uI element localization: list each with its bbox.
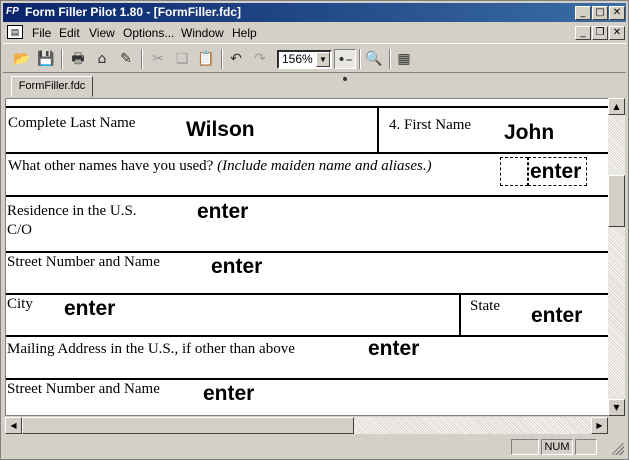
- toolbar-separator: [359, 49, 361, 69]
- label-street: Street Number and Name: [7, 254, 160, 270]
- label-other-names: What other names have you used? (Include…: [8, 158, 432, 174]
- document-tabs: FormFiller.fdc: [3, 74, 626, 98]
- scroll-up-icon[interactable]: ▲: [608, 98, 625, 115]
- app-icon[interactable]: FP: [6, 5, 22, 19]
- scroll-left-icon[interactable]: ◀: [5, 417, 22, 434]
- status-pane-empty: [575, 439, 597, 455]
- print-preview-icon[interactable]: ⌂: [91, 49, 113, 69]
- window-title: Form Filler Pilot 1.80 - [FormFiller.fdc…: [25, 5, 242, 19]
- menu-file[interactable]: File: [32, 26, 51, 40]
- field-other-names[interactable]: enter: [530, 160, 581, 184]
- form-rule: [6, 293, 609, 295]
- title-bar[interactable]: FP Form Filler Pilot 1.80 - [FormFiller.…: [3, 3, 626, 22]
- field-state[interactable]: enter: [531, 304, 582, 328]
- label-first-name: 4. First Name: [389, 117, 472, 133]
- scroll-down-icon[interactable]: ▼: [608, 399, 625, 416]
- toolbar-separator: [141, 49, 143, 69]
- label-last-name: Complete Last Name: [8, 115, 136, 131]
- menu-view[interactable]: View: [89, 26, 115, 40]
- form-divider: [459, 295, 461, 335]
- field-link-icon[interactable]: •–•: [334, 49, 356, 88]
- menu-help[interactable]: Help: [232, 26, 257, 40]
- field-city[interactable]: enter: [64, 297, 115, 321]
- menu-window[interactable]: Window: [181, 26, 224, 40]
- form-rule: [6, 378, 609, 380]
- label-city: City: [7, 296, 33, 312]
- field-last-name[interactable]: Wilson: [186, 118, 255, 142]
- doc-minimize-button[interactable]: _: [575, 26, 591, 40]
- field-first-name[interactable]: John: [504, 121, 554, 145]
- field-residence[interactable]: enter: [197, 200, 248, 224]
- form-rule: [6, 152, 609, 154]
- save-icon[interactable]: 💾: [35, 49, 57, 69]
- status-bar: NUM: [3, 437, 626, 457]
- horizontal-scroll-thumb[interactable]: [22, 417, 354, 434]
- form-rule: [6, 106, 609, 108]
- horizontal-scrollbar[interactable]: ◀ ▶: [5, 417, 608, 434]
- form-rule: [6, 251, 609, 253]
- minimize-button[interactable]: _: [575, 6, 591, 20]
- chevron-down-icon[interactable]: ▼: [316, 52, 330, 67]
- label-residence: Residence in the U.S.: [7, 203, 137, 219]
- vertical-scroll-thumb[interactable]: [608, 175, 625, 227]
- field-street[interactable]: enter: [211, 255, 262, 279]
- open-icon[interactable]: 📂: [11, 49, 33, 69]
- scanner-icon[interactable]: ✎: [115, 49, 137, 69]
- label-care-of: C/O: [7, 222, 33, 238]
- field-mailing-address[interactable]: enter: [368, 337, 419, 361]
- doc-restore-button[interactable]: ❐: [592, 26, 608, 40]
- document-icon[interactable]: ▤: [7, 25, 23, 39]
- label-state: State: [470, 298, 500, 314]
- field-mailing-street[interactable]: enter: [203, 382, 254, 406]
- tab-formfiller[interactable]: FormFiller.fdc: [11, 76, 93, 97]
- scroll-corner: [608, 417, 625, 434]
- close-button[interactable]: ✕: [609, 6, 625, 20]
- cut-icon[interactable]: ✂: [147, 49, 169, 69]
- toolbar: 📂 💾 🖶 ⌂ ✎ ✂ ❏ 📋 ↶ ↷ 156% ▼ •–• 🔍 ▦: [3, 43, 626, 88]
- toolbar-separator: [389, 49, 391, 69]
- scroll-right-icon[interactable]: ▶: [591, 417, 608, 434]
- form-rule: [6, 335, 609, 337]
- label-mailing-address: Mailing Address in the U.S., if other th…: [7, 341, 295, 357]
- form-rule: [6, 195, 609, 197]
- vertical-scrollbar[interactable]: ▲ ▼: [608, 98, 625, 416]
- search-icon[interactable]: 🔍: [363, 49, 385, 69]
- field-marker: [500, 157, 528, 186]
- status-num: NUM: [541, 439, 573, 455]
- redo-icon[interactable]: ↷: [249, 49, 271, 69]
- print-icon[interactable]: 🖶: [67, 49, 89, 69]
- toolbar-separator: [221, 49, 223, 69]
- zoom-value: 156%: [282, 52, 313, 66]
- copy-icon[interactable]: ❏: [171, 49, 193, 69]
- menu-bar: ▤ File Edit View Options... Window Help …: [3, 23, 626, 42]
- form-divider: [377, 108, 379, 152]
- label-mailing-street: Street Number and Name: [7, 381, 160, 397]
- doc-close-button[interactable]: ✕: [609, 26, 625, 40]
- status-pane-empty: [511, 439, 539, 455]
- toolbar-separator: [61, 49, 63, 69]
- resize-grip-icon[interactable]: [612, 443, 624, 455]
- zoom-dropdown[interactable]: 156% ▼: [277, 50, 332, 69]
- paste-icon[interactable]: 📋: [195, 49, 217, 69]
- maximize-button[interactable]: □: [592, 6, 608, 20]
- grid-icon[interactable]: ▦: [393, 49, 415, 69]
- app-window: FP Form Filler Pilot 1.80 - [FormFiller.…: [0, 0, 629, 460]
- menu-options[interactable]: Options...: [123, 26, 174, 40]
- undo-icon[interactable]: ↶: [225, 49, 247, 69]
- menu-edit[interactable]: Edit: [59, 26, 80, 40]
- form-document[interactable]: Complete Last Name Wilson 4. First Name …: [5, 98, 610, 416]
